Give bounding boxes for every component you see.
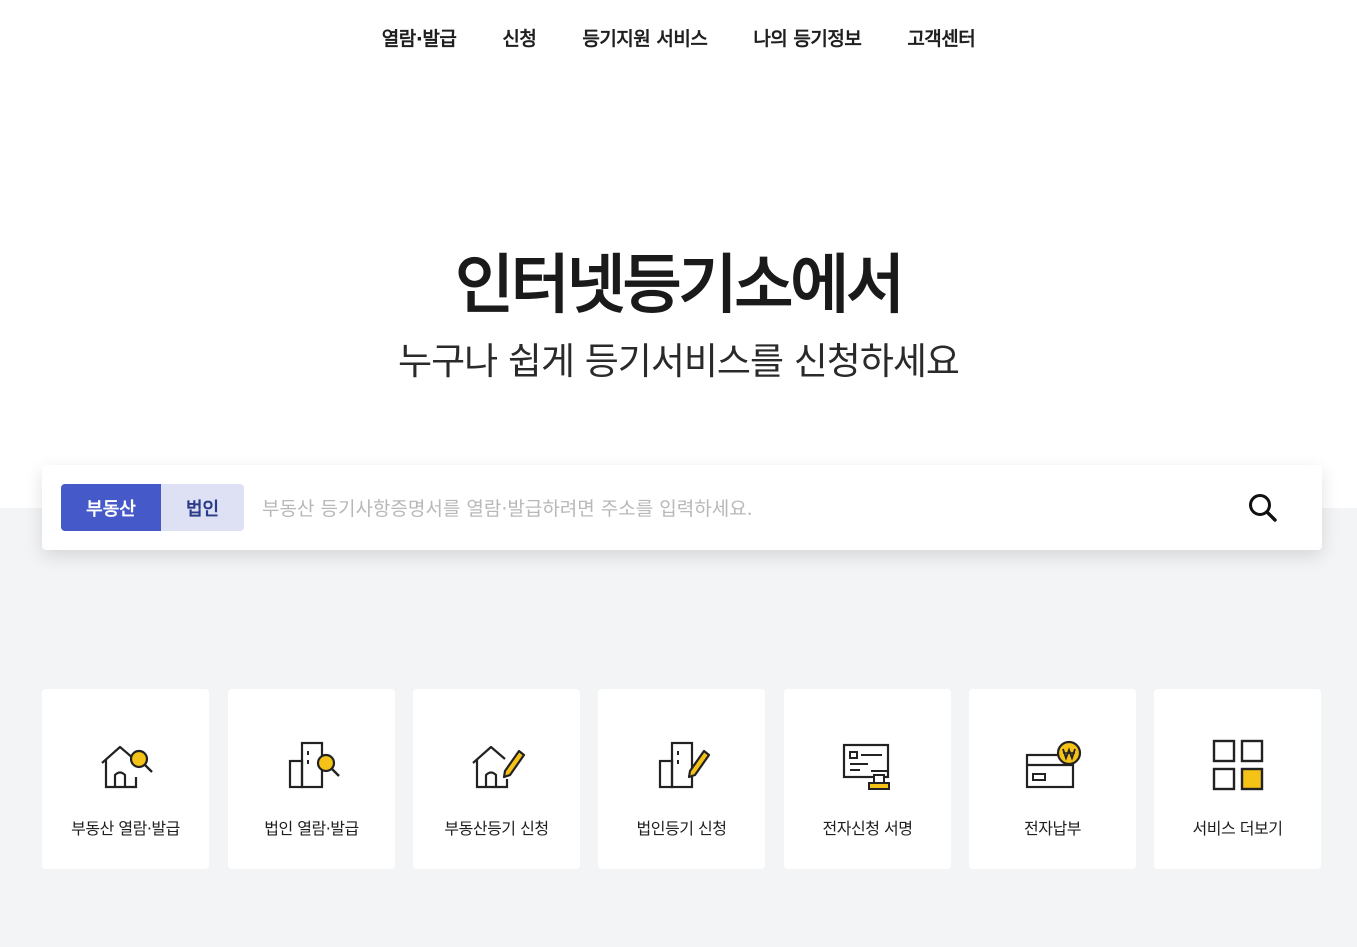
service-card-more[interactable]: 서비스 더보기 [1154,689,1321,869]
building-pen-icon [658,741,710,789]
service-card-real-estate-view[interactable]: 부동산 열람·발급 [42,689,209,869]
service-card-e-payment[interactable]: 전자납부 [969,689,1136,869]
search-panel: 부동산 법인 [42,465,1322,550]
top-navigation: 열람·발급 신청 등기지원 서비스 나의 등기정보 고객센터 [0,24,1357,51]
search-button[interactable] [1244,489,1282,527]
service-card-e-sign[interactable]: 전자신청 서명 [784,689,951,869]
service-label: 전자신청 서명 [822,819,913,838]
house-search-icon [100,745,153,789]
nav-item-apply[interactable]: 신청 [502,24,536,51]
nav-item-customer-center[interactable]: 고객센터 [907,24,975,51]
service-label: 서비스 더보기 [1192,819,1283,838]
house-pen-icon [471,745,525,789]
service-label: 부동산등기 신청 [444,819,549,838]
building-search-icon [288,741,340,789]
nav-item-support-services[interactable]: 등기지원 서비스 [582,24,707,51]
service-label: 전자납부 [1024,819,1081,838]
card-payment-won-icon [1025,740,1081,789]
search-icon [1249,494,1277,522]
tab-corporation[interactable]: 법인 [161,484,244,531]
service-label: 법인등기 신청 [636,819,727,838]
service-card-corp-apply[interactable]: 법인등기 신청 [598,689,765,869]
grid-more-icon [1212,739,1263,791]
service-card-corp-view[interactable]: 법인 열람·발급 [228,689,395,869]
nav-item-view-issue[interactable]: 열람·발급 [382,24,457,51]
hero-title: 인터넷등기소에서 [454,249,905,323]
service-label: 부동산 열람·발급 [71,819,180,838]
e-sign-stamp-icon [842,743,890,790]
service-shortcuts: 부동산 열람·발급 법인 열람·발급 부동산등기 신청 법인등기 신청 전자신청… [42,689,1322,869]
service-card-real-estate-apply[interactable]: 부동산등기 신청 [413,689,580,869]
tab-real-estate[interactable]: 부동산 [61,484,161,531]
service-label: 법인 열람·발급 [264,819,359,838]
search-input[interactable] [260,487,1224,531]
hero-subtitle: 누구나 쉽게 등기서비스를 신청하세요 [398,340,960,383]
nav-item-my-registry-info[interactable]: 나의 등기정보 [753,24,862,51]
